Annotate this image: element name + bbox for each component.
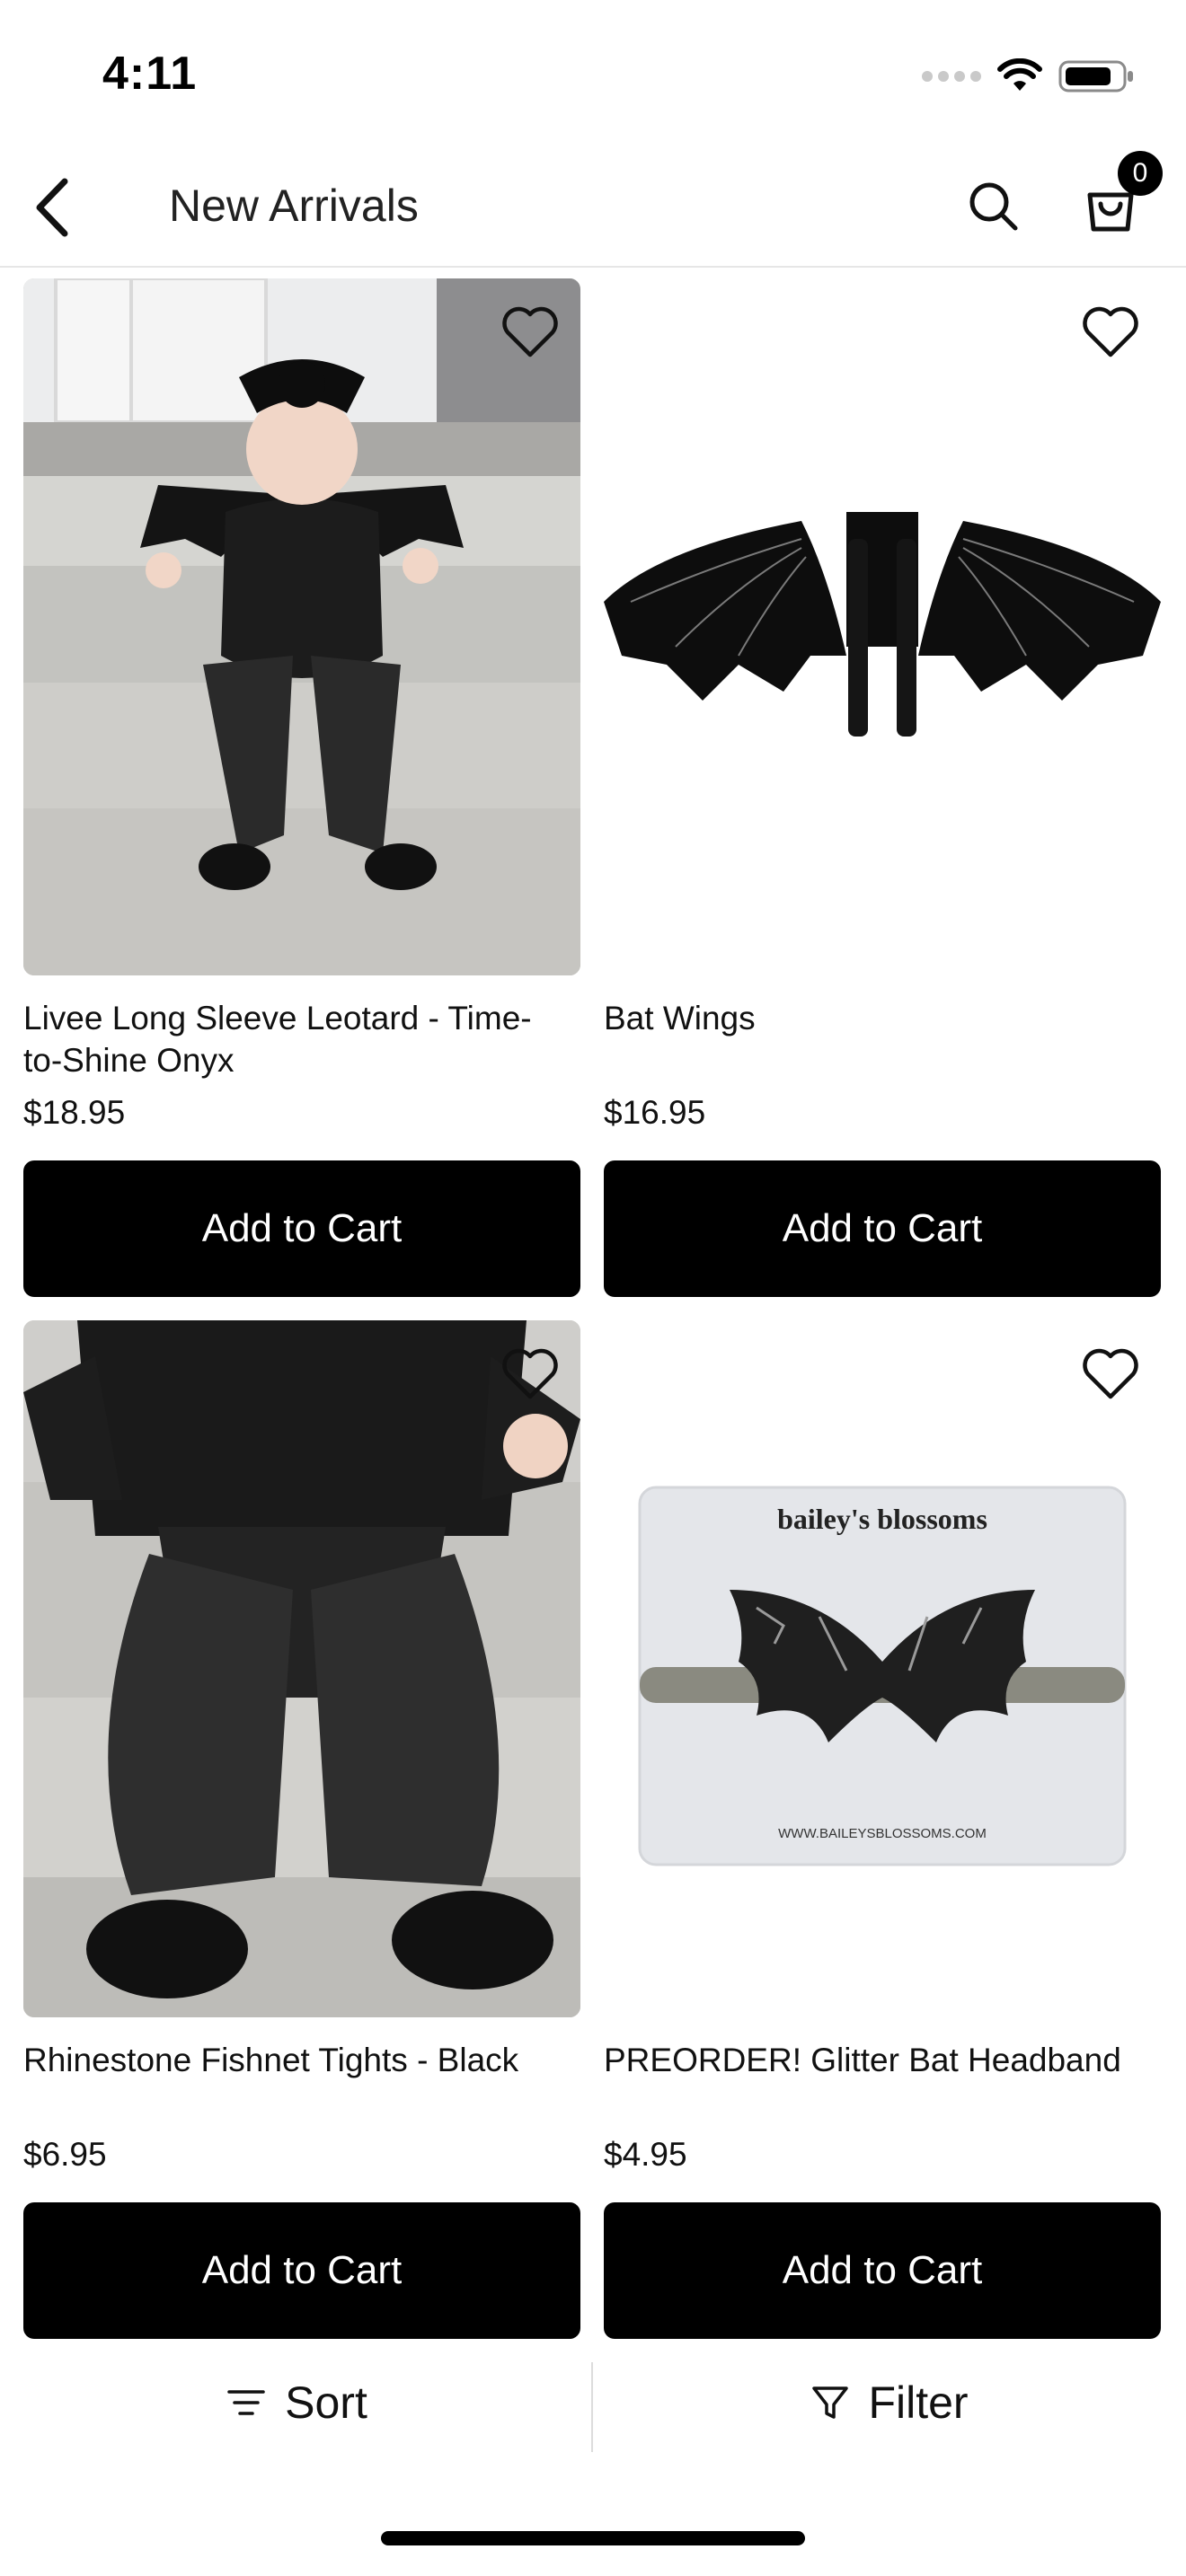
product-price: $6.95 [23, 2136, 107, 2173]
status-bar: 4:11 [0, 0, 1186, 144]
wishlist-button[interactable] [1075, 1338, 1146, 1410]
add-to-cart-button[interactable]: Add to Cart [23, 1160, 580, 1297]
funnel-icon [812, 2386, 849, 2419]
product-name[interactable]: Livee Long Sleeve Leotard - Time-to-Shin… [23, 997, 562, 1081]
sort-label: Sort [285, 2378, 367, 2428]
wishlist-button[interactable] [494, 1338, 566, 1410]
card-url-text: WWW.BAILEYSBLOSSOMS.COM [778, 1826, 987, 1841]
page-title: New Arrivals [169, 181, 419, 231]
product-price: $18.95 [23, 1094, 126, 1131]
navigation-bar: New Arrivals [0, 144, 1186, 268]
bat-wings-photo [604, 278, 1161, 975]
home-indicator[interactable] [381, 2531, 805, 2545]
add-to-cart-button[interactable]: Add to Cart [23, 2202, 580, 2339]
status-icons [922, 54, 1136, 99]
cellular-signal-icon [922, 71, 981, 82]
heart-outline-icon [502, 1348, 558, 1399]
product-price: $4.95 [604, 2136, 687, 2173]
product-image[interactable] [23, 1320, 580, 2017]
product-name[interactable]: Bat Wings [604, 997, 1143, 1039]
heart-outline-icon [502, 306, 558, 357]
sort-button[interactable]: Sort [0, 2353, 593, 2452]
sort-lines-icon [227, 2390, 265, 2415]
product-name[interactable]: Rhinestone Fishnet Tights - Black [23, 2039, 562, 2081]
add-to-cart-button[interactable]: Add to Cart [604, 2202, 1161, 2339]
wifi-icon [997, 58, 1042, 91]
filter-label: Filter [868, 2378, 969, 2428]
sort-filter-bar: Sort Filter [0, 2353, 1186, 2452]
status-time: 4:11 [102, 48, 198, 100]
leotard-photo [23, 278, 580, 975]
cart-count-badge: 0 [1118, 151, 1163, 196]
product-image[interactable] [23, 278, 580, 975]
fishnet-tights-photo [23, 1320, 580, 2017]
product-image[interactable] [604, 278, 1161, 975]
heart-outline-icon [1083, 1348, 1138, 1399]
card-brand-text: bailey's blossoms [777, 1503, 987, 1535]
wishlist-button[interactable] [1075, 296, 1146, 368]
wishlist-button[interactable] [494, 296, 566, 368]
filter-button[interactable]: Filter [593, 2353, 1186, 2452]
search-icon [969, 182, 1018, 231]
add-to-cart-button[interactable]: Add to Cart [604, 1160, 1161, 1297]
battery-icon [1058, 60, 1133, 93]
glitter-bat-headband-photo: bailey's blossoms WWW.BAILEYSBLOSSOMS.CO… [604, 1320, 1161, 2017]
product-image[interactable]: bailey's blossoms WWW.BAILEYSBLOSSOMS.CO… [604, 1320, 1161, 2017]
back-button[interactable] [13, 167, 93, 248]
product-name[interactable]: PREORDER! Glitter Bat Headband [604, 2039, 1143, 2081]
heart-outline-icon [1083, 306, 1138, 357]
search-button[interactable] [952, 165, 1035, 248]
product-price: $16.95 [604, 1094, 706, 1131]
product-listing-screen: 4:11 New Arrivals 0 Livee Long Sleeve Le… [0, 0, 1186, 2576]
chevron-left-icon [36, 178, 68, 237]
